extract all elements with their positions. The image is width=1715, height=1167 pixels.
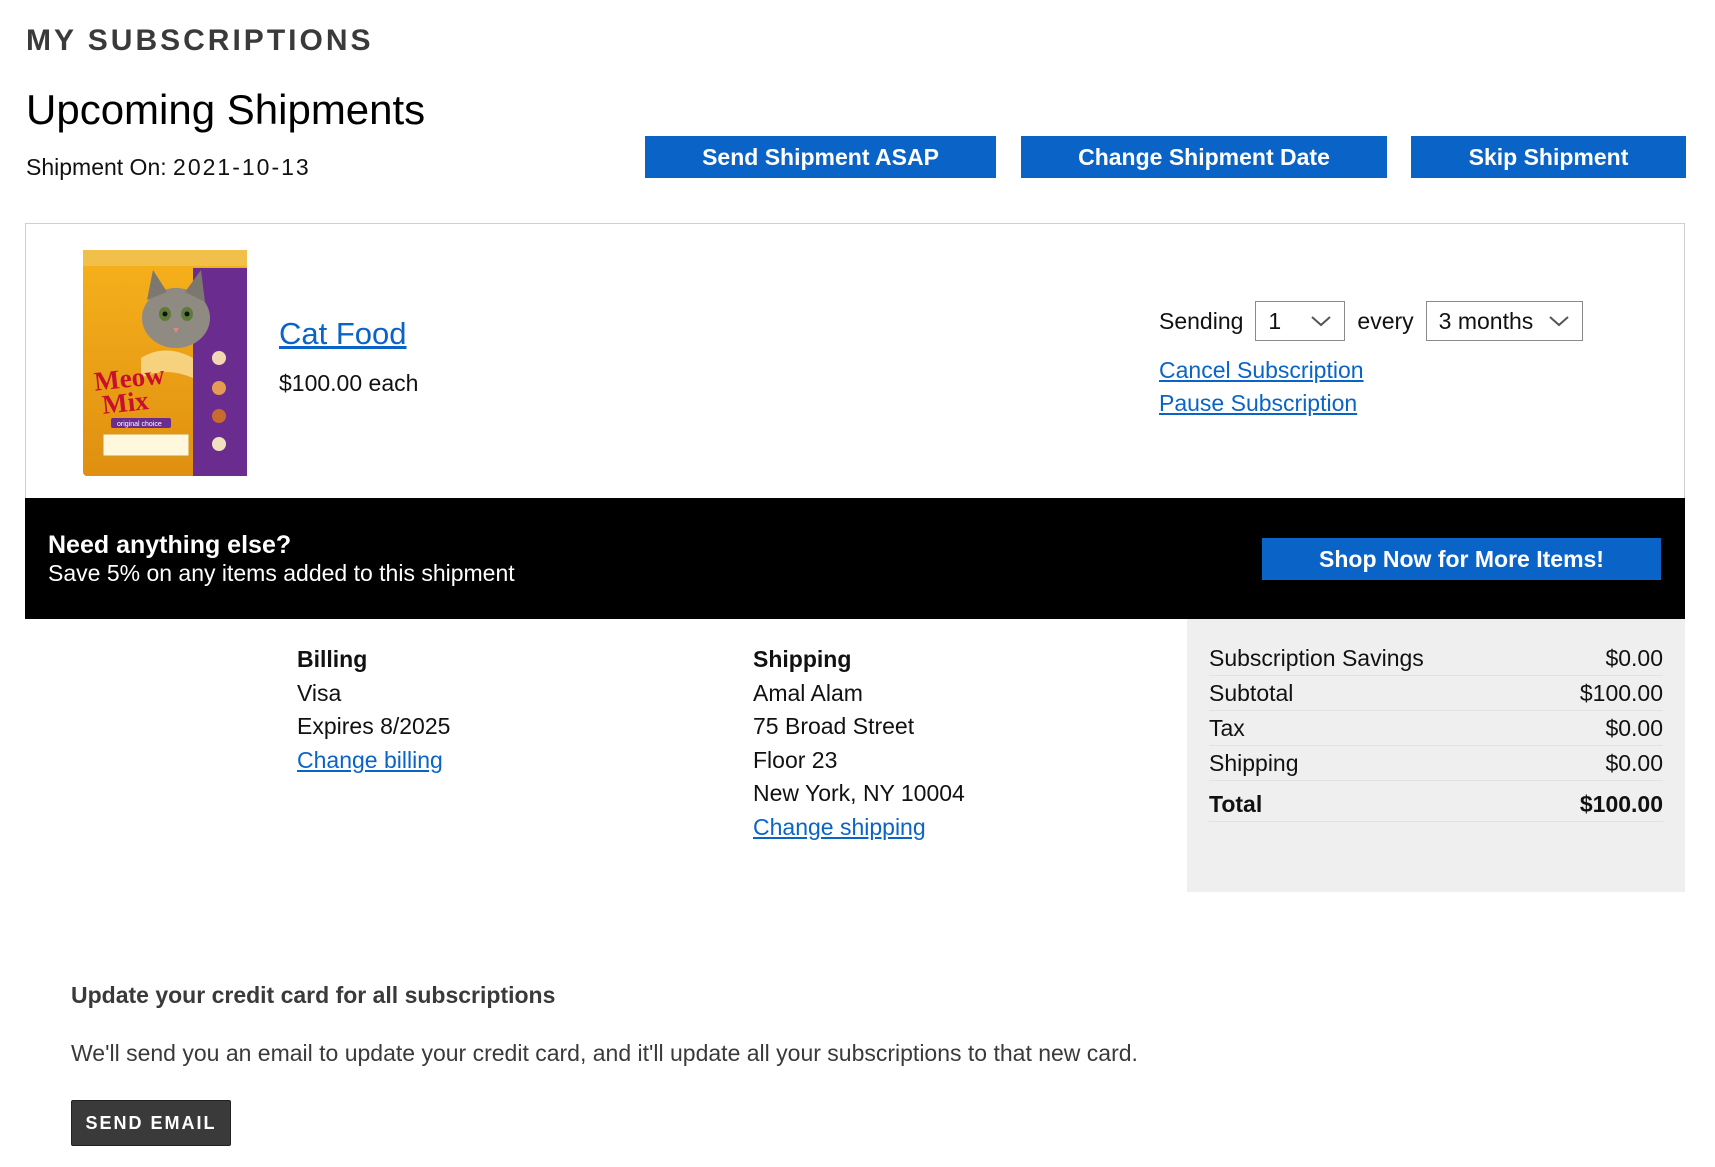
grand-total-row: Total $100.00 bbox=[1209, 780, 1663, 822]
shipment-on-label: Shipment On: bbox=[26, 154, 167, 180]
billing-label: Billing bbox=[297, 646, 368, 672]
shipment-date: 2021-10-13 bbox=[173, 154, 311, 180]
promo-subtitle: Save 5% on any items added to this shipm… bbox=[48, 560, 515, 586]
frequency-select[interactable]: 3 months bbox=[1425, 301, 1583, 341]
shipping-floor: Floor 23 bbox=[753, 746, 838, 773]
totals-row-label: Subtotal bbox=[1209, 675, 1537, 711]
change-shipping-link[interactable]: Change shipping bbox=[753, 814, 926, 840]
cat-food-product-image[interactable]: Meow Mix original choice bbox=[81, 248, 249, 478]
totals-row: Shipping $0.00 bbox=[1209, 745, 1663, 781]
totals-table: Subscription Savings $0.00 Subtotal $100… bbox=[1209, 641, 1663, 822]
chevron-down-icon bbox=[1549, 316, 1569, 327]
shipment-date-line: Shipment On: 2021-10-13 bbox=[26, 154, 311, 181]
send-email-button[interactable]: SEND EMAIL bbox=[71, 1100, 231, 1146]
product-price: $100.00 each bbox=[279, 370, 419, 396]
skip-shipment-button[interactable]: Skip Shipment bbox=[1411, 136, 1686, 178]
frequency-controls: Sending 1 every 3 months bbox=[1159, 301, 1583, 341]
sending-label: Sending bbox=[1159, 307, 1244, 334]
chevron-down-icon bbox=[1311, 316, 1332, 327]
subscription-item-card: Meow Mix original choice Cat Food $100.0… bbox=[25, 223, 1685, 498]
totals-row: Tax $0.00 bbox=[1209, 710, 1663, 746]
product-name-link[interactable]: Cat Food bbox=[279, 316, 407, 352]
svg-text:Mix: Mix bbox=[101, 385, 151, 420]
frequency-value: 3 months bbox=[1438, 307, 1534, 334]
order-totals-panel: Subscription Savings $0.00 Subtotal $100… bbox=[1187, 619, 1685, 892]
billing-section: Billing Visa Expires 8/2025 Change billi… bbox=[297, 643, 450, 777]
change-billing-link[interactable]: Change billing bbox=[297, 747, 443, 773]
shipping-name: Amal Alam bbox=[753, 679, 863, 706]
send-shipment-asap-button[interactable]: Send Shipment ASAP bbox=[645, 136, 996, 178]
totals-row-value: $0.00 bbox=[1536, 710, 1663, 746]
pause-subscription-link[interactable]: Pause Subscription bbox=[1159, 390, 1357, 417]
svg-text:original choice: original choice bbox=[117, 421, 162, 428]
quantity-value: 1 bbox=[1268, 307, 1282, 334]
totals-row-label: Tax bbox=[1209, 710, 1537, 746]
shipping-section: Shipping Amal Alam 75 Broad Street Floor… bbox=[753, 643, 965, 844]
billing-card-type: Visa bbox=[297, 679, 342, 706]
total-label: Total bbox=[1209, 780, 1537, 822]
total-value: $100.00 bbox=[1536, 780, 1663, 822]
totals-row-label: Shipping bbox=[1209, 745, 1537, 781]
totals-row-label: Subscription Savings bbox=[1209, 641, 1537, 676]
section-title: Upcoming Shipments bbox=[26, 86, 426, 133]
totals-row-value: $0.00 bbox=[1536, 745, 1663, 781]
update-card-title: Update your credit card for all subscrip… bbox=[71, 982, 556, 1008]
shipping-city: New York, NY 10004 bbox=[753, 780, 965, 806]
promo-title: Need anything else? bbox=[48, 531, 292, 559]
billing-expiry: Expires 8/2025 bbox=[297, 713, 451, 739]
quantity-select[interactable]: 1 bbox=[1255, 301, 1346, 341]
update-card-description: We'll send you an email to update your c… bbox=[71, 1040, 1138, 1066]
promo-banner: Need anything else? Save 5% on any items… bbox=[25, 498, 1685, 619]
page-heading: MY SUBSCRIPTIONS bbox=[26, 24, 374, 57]
shipping-street: 75 Broad Street bbox=[753, 713, 915, 739]
every-label: every bbox=[1357, 307, 1414, 334]
totals-row-value: $100.00 bbox=[1536, 675, 1663, 711]
change-shipment-date-button[interactable]: Change Shipment Date bbox=[1021, 136, 1387, 178]
shop-more-items-button[interactable]: Shop Now for More Items! bbox=[1262, 538, 1661, 580]
totals-row: Subtotal $100.00 bbox=[1209, 675, 1663, 711]
totals-row: Subscription Savings $0.00 bbox=[1209, 641, 1663, 676]
shipping-label: Shipping bbox=[753, 646, 852, 672]
totals-row-value: $0.00 bbox=[1536, 641, 1663, 676]
cancel-subscription-link[interactable]: Cancel Subscription bbox=[1159, 357, 1364, 384]
